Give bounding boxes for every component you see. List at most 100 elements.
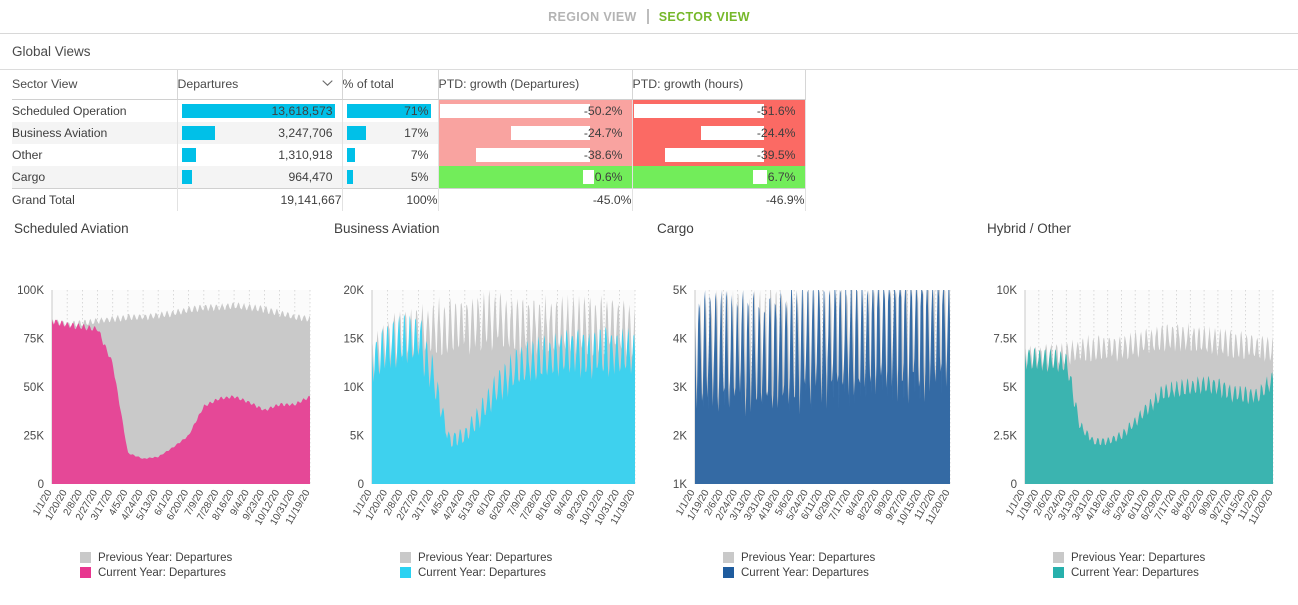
- table-row[interactable]: Business Aviation 3,247,706 17% -24.7% -…: [12, 121, 806, 144]
- table-row[interactable]: Scheduled Operation 13,618,573 71% -50.2…: [12, 99, 806, 122]
- legend-label-current: Current Year: Departures: [418, 566, 546, 579]
- cell-departures-value: 3,247,706: [278, 125, 333, 140]
- svg-text:100K: 100K: [17, 285, 44, 297]
- svg-text:0: 0: [38, 479, 44, 491]
- cell-departures: 3,247,706: [177, 121, 343, 144]
- total-pct-of-total: 100%: [342, 187, 439, 211]
- panel-title: Global Views: [12, 44, 91, 59]
- legend-swatch-previous: [723, 552, 734, 563]
- cell-departures: 1,310,918: [177, 143, 343, 166]
- cell-pct-value: 7%: [410, 147, 429, 162]
- column-header-sector-view[interactable]: Sector View: [12, 70, 178, 100]
- legend-swatch-current: [400, 567, 411, 578]
- legend-label-current: Current Year: Departures: [98, 566, 226, 579]
- svg-text:10K: 10K: [997, 285, 1018, 297]
- cell-ptd-departures-value: -38.6%: [583, 147, 623, 162]
- cell-departures-value: 13,618,573: [271, 103, 333, 118]
- cell-departures: 964,470: [177, 165, 343, 188]
- svg-text:20K: 20K: [344, 285, 365, 297]
- svg-text:5K: 5K: [350, 431, 364, 443]
- chart-3: Hybrid / Other 0 2.5K 5K 7.5K 10K 1/1/20 1/19…: [980, 211, 1293, 580]
- svg-text:50K: 50K: [24, 382, 45, 394]
- cell-pct-value: 5%: [410, 169, 429, 184]
- column-header-ptd-growth-departures[interactable]: PTD: growth (Departures): [438, 70, 633, 100]
- cell-ptd-departures: -24.7%: [438, 121, 633, 144]
- legend-item-current[interactable]: Current Year: Departures: [1053, 565, 1293, 580]
- total-ptd-departures: -45.0%: [438, 187, 633, 211]
- cell-pct-value: 71%: [404, 103, 429, 118]
- cell-departures-value: 1,310,918: [278, 147, 333, 162]
- top-navigation: REGION VIEW SECTOR VIEW: [0, 0, 1298, 34]
- cell-ptd-departures-value: -50.2%: [583, 103, 623, 118]
- cell-ptd-hours: -24.4%: [632, 121, 806, 144]
- cell-sector: Scheduled Operation: [12, 99, 178, 122]
- chart-title: Cargo: [657, 221, 694, 236]
- cell-ptd-hours-value: 6.7%: [767, 169, 796, 184]
- legend-label-previous: Previous Year: Departures: [98, 551, 233, 564]
- svg-text:0: 0: [358, 479, 364, 491]
- cell-ptd-hours-value: -24.4%: [756, 125, 796, 140]
- svg-text:15K: 15K: [344, 334, 365, 346]
- nav-tab-region-view[interactable]: REGION VIEW: [538, 10, 647, 24]
- legend-label-current: Current Year: Departures: [1071, 566, 1199, 579]
- svg-text:2.5K: 2.5K: [993, 431, 1017, 443]
- svg-text:25K: 25K: [24, 431, 45, 443]
- cell-pct-of-total: 71%: [342, 99, 439, 122]
- legend-label-previous: Previous Year: Departures: [1071, 551, 1206, 564]
- legend-swatch-current: [80, 567, 91, 578]
- cell-pct-value: 17%: [404, 125, 429, 140]
- cell-departures-value: 964,470: [288, 169, 333, 184]
- cell-pct-of-total: 7%: [342, 143, 439, 166]
- svg-text:5K: 5K: [673, 285, 687, 297]
- nav-tab-sector-view[interactable]: SECTOR VIEW: [649, 10, 760, 24]
- cell-ptd-hours: -39.5%: [632, 143, 806, 166]
- cell-ptd-hours: -51.6%: [632, 99, 806, 122]
- cell-pct-of-total: 17%: [342, 121, 439, 144]
- column-header-pct-of-total[interactable]: % of total: [342, 70, 439, 100]
- svg-text:10K: 10K: [344, 382, 365, 394]
- column-header-departures[interactable]: Departures: [177, 70, 343, 100]
- legend-label-previous: Previous Year: Departures: [418, 551, 553, 564]
- legend-label-previous: Previous Year: Departures: [741, 551, 876, 564]
- chart-0: Scheduled Aviation 0 25K 50K 75K 100K 1/1/20…: [0, 211, 325, 580]
- cell-ptd-departures: 0.6%: [438, 165, 633, 188]
- total-ptd-hours: -46.9%: [632, 187, 806, 211]
- legend-swatch-previous: [80, 552, 91, 563]
- legend-swatch-previous: [400, 552, 411, 563]
- svg-text:5K: 5K: [1003, 382, 1017, 394]
- legend-label-current: Current Year: Departures: [741, 566, 869, 579]
- cell-departures: 13,618,573: [177, 99, 343, 122]
- svg-text:0: 0: [1011, 479, 1017, 491]
- svg-text:75K: 75K: [24, 334, 45, 346]
- table-row[interactable]: Other 1,310,918 7% -38.6% -39.5%: [12, 143, 806, 166]
- legend-item-current[interactable]: Current Year: Departures: [400, 565, 650, 580]
- legend-swatch-current: [723, 567, 734, 578]
- chart-title: Hybrid / Other: [987, 221, 1072, 236]
- table-row[interactable]: Cargo 964,470 5% 0.6% 6.7%: [12, 165, 806, 188]
- cell-sector: Other: [12, 143, 178, 166]
- legend-item-current[interactable]: Current Year: Departures: [80, 565, 325, 580]
- chart-svg[interactable]: 1K2K3K4K5K 1/1/201/19/202/6/202/24/203/1…: [650, 236, 980, 561]
- chart-svg[interactable]: 02.5K5K7.5K10K 1/1/201/19/202/6/202/24/2…: [980, 236, 1293, 561]
- cell-ptd-departures-value: -24.7%: [583, 125, 623, 140]
- chart-title: Business Aviation: [334, 221, 440, 236]
- column-header-ptd-growth-hours[interactable]: PTD: growth (hours): [632, 70, 806, 100]
- svg-text:7.5K: 7.5K: [993, 334, 1017, 346]
- cell-ptd-hours-value: -51.6%: [756, 103, 796, 118]
- column-header-departures-label: Departures: [177, 77, 239, 92]
- total-label: Grand Total: [12, 187, 178, 211]
- cell-ptd-hours-value: -39.5%: [756, 147, 796, 162]
- legend-swatch-previous: [1053, 552, 1064, 563]
- charts-row: Scheduled Aviation 0 25K 50K 75K 100K 1/1/20…: [0, 211, 1298, 580]
- table-header-row: Sector View Departures % of total PTD: g…: [12, 70, 806, 100]
- chevron-down-icon[interactable]: [321, 80, 333, 87]
- cell-sector: Cargo: [12, 165, 178, 188]
- cell-ptd-hours: 6.7%: [632, 165, 806, 188]
- legend-item-current[interactable]: Current Year: Departures: [723, 565, 980, 580]
- chart-svg[interactable]: 05K10K15K20K 1/1/201/20/202/8/202/27/203…: [325, 236, 650, 561]
- svg-text:1K: 1K: [673, 479, 687, 491]
- chart-title: Scheduled Aviation: [14, 221, 129, 236]
- chart-1: Business Aviation 0 5K 10K 15K 20K 1/1/20 1/2…: [325, 211, 650, 580]
- global-views-panel: Global Views Sector View Departures % of…: [0, 34, 1298, 211]
- chart-svg[interactable]: 025K50K75K100K 1/1/201/20/202/8/202/27/2…: [0, 236, 325, 561]
